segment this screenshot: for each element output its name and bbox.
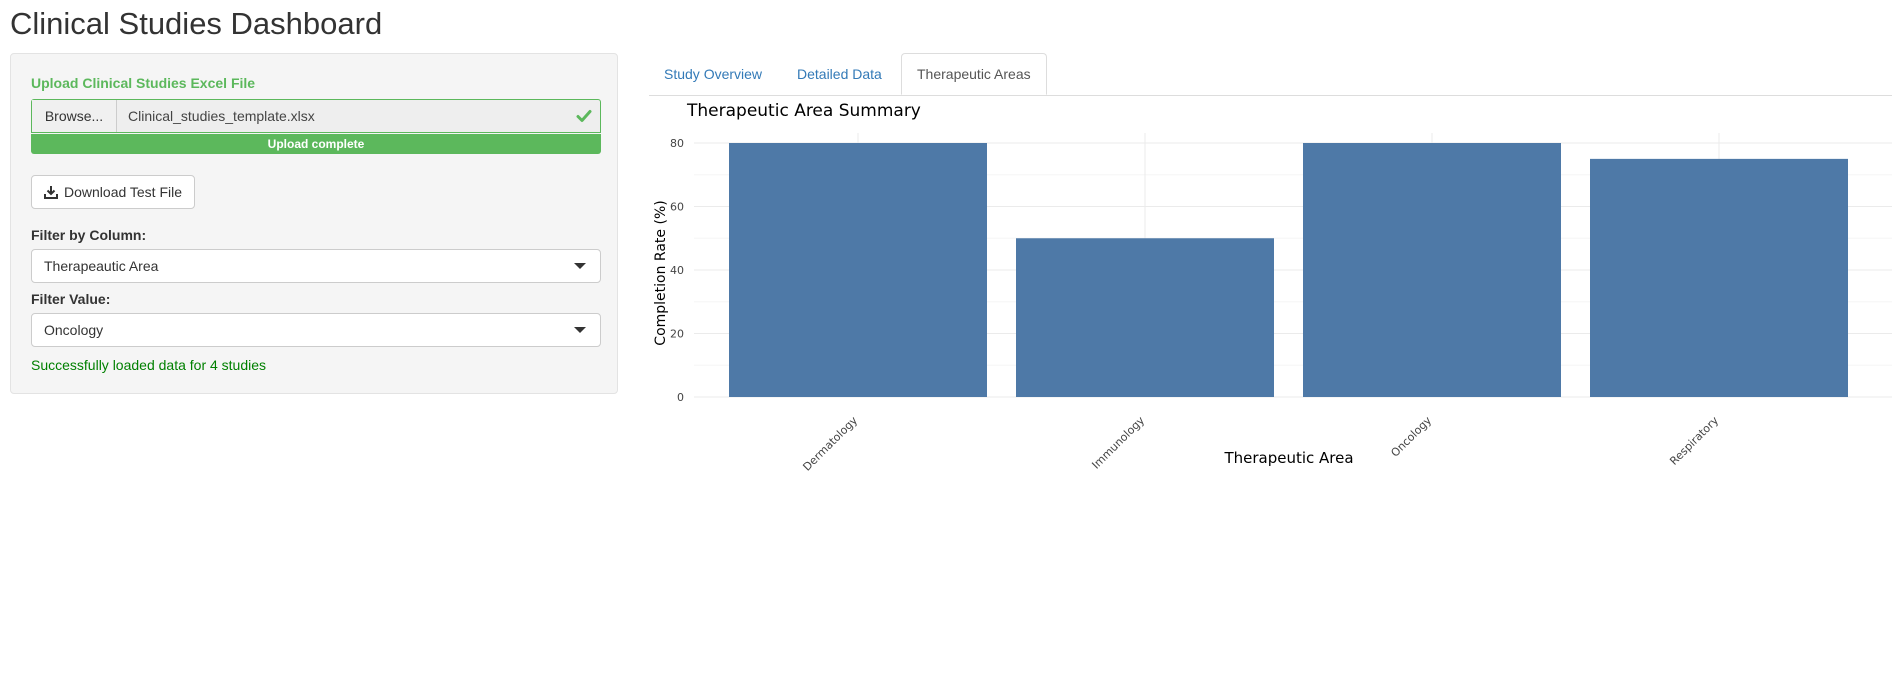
browse-button[interactable]: Browse... [32, 100, 117, 132]
bar-respiratory [1590, 158, 1848, 397]
file-input[interactable]: Browse... Clinical_studies_template.xlsx [31, 99, 601, 133]
tab-therapeutic-areas[interactable]: Therapeutic Areas [901, 53, 1047, 95]
x-tick-label: Dermatology [800, 414, 860, 474]
y-tick-label: 0 [677, 391, 684, 404]
file-name-display: Clinical_studies_template.xlsx [128, 108, 315, 124]
chart-title: Therapeutic Area Summary [686, 101, 921, 121]
bar-dermatology [729, 143, 987, 397]
sidebar-panel: Upload Clinical Studies Excel File Brows… [10, 53, 618, 394]
x-tick-label: Oncology [1388, 414, 1434, 460]
status-message: Successfully loaded data for 4 studies [31, 357, 267, 373]
y-tick-label: 80 [670, 137, 684, 150]
caret-down-icon [574, 263, 586, 269]
upload-progress-bar: Upload complete [31, 134, 601, 154]
y-tick-label: 60 [670, 201, 684, 214]
tab-detailed-data[interactable]: Detailed Data [782, 53, 897, 95]
y-tick-label: 20 [670, 328, 684, 341]
bar-oncology [1303, 143, 1561, 397]
download-icon [44, 186, 58, 199]
filter-value-value: Oncology [44, 322, 104, 338]
download-button-label: Download Test File [64, 184, 183, 200]
x-tick-label: Respiratory [1667, 414, 1721, 468]
chart-svg: Therapeutic Area Summary 0 20 40 60 80 Dermato… [653, 101, 1892, 474]
filter-column-select[interactable]: Therapeautic Area [31, 249, 601, 283]
y-tick-label: 40 [670, 264, 684, 277]
check-icon [576, 110, 592, 122]
filter-value-select[interactable]: Oncology [31, 313, 601, 347]
filter-column-value: Therapeautic Area [44, 258, 159, 274]
page-title: Clinical Studies Dashboard [10, 6, 383, 41]
download-test-file-button[interactable]: Download Test File [31, 175, 196, 209]
x-tick-label: Immunology [1089, 414, 1147, 472]
tab-study-overview[interactable]: Study Overview [649, 53, 777, 95]
filter-column-label: Filter by Column: [31, 227, 147, 243]
bar-immunology [1016, 238, 1274, 397]
filter-value-label: Filter Value: [31, 291, 111, 307]
therapeutic-area-chart: Therapeutic Area Summary 0 20 40 60 80 Dermato… [649, 95, 1892, 485]
tab-bar: Study Overview Detailed Data Therapeutic… [649, 53, 1892, 96]
x-axis-label: Therapeutic Area [1223, 449, 1353, 467]
caret-down-icon [574, 327, 586, 333]
upload-label: Upload Clinical Studies Excel File [31, 75, 256, 91]
y-axis-label: Completion Rate (%) [653, 200, 669, 345]
